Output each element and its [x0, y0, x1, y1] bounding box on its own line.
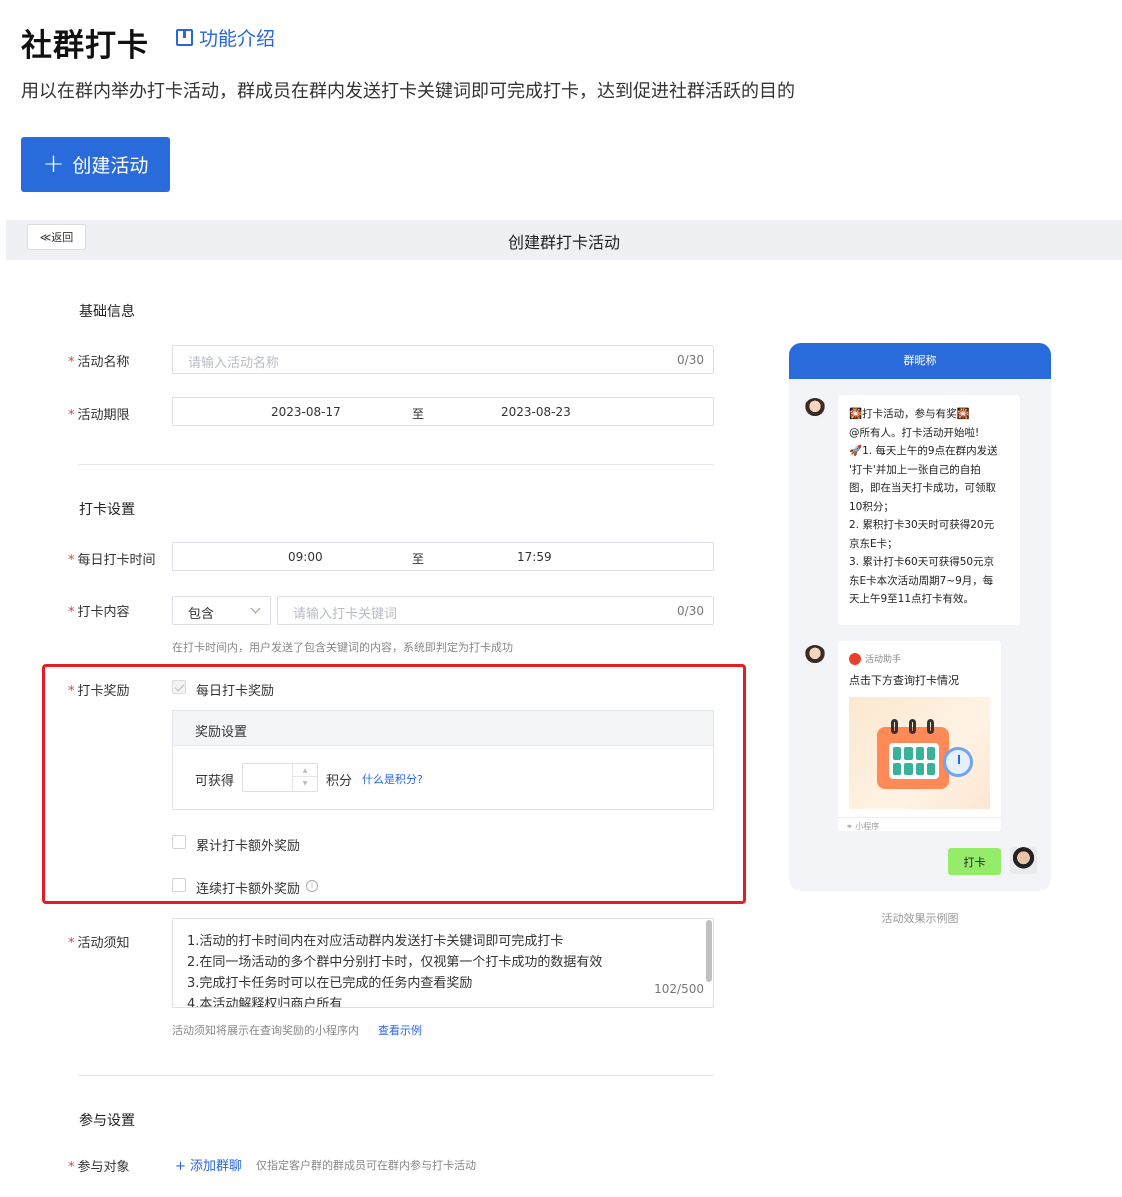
notice-line: 3.完成打卡任务时可以在已完成的任务内查看奖励 [187, 976, 473, 991]
plus-icon: + [42, 148, 65, 179]
card-title: 点击下方查询打卡情况 [849, 674, 959, 687]
view-example-link[interactable]: 查看示例 [378, 1022, 422, 1038]
keyword-placeholder: 请输入打卡关键词 [293, 607, 398, 622]
message-bubble: 🎇打卡活动，参与有奖🎇 @所有人。打卡活动开始啦! 🚀1. 每天上午的9点在群内… [838, 395, 1020, 625]
period-start-date[interactable]: 2023-08-17 [271, 405, 341, 419]
time-separator: 至 [412, 552, 425, 566]
add-group-hint: 仅指定客户群的群成员可在群内参与打卡活动 [256, 1159, 476, 1172]
mini-program-card[interactable]: 活动助手 点击下方查询打卡情况 ⚭ 小程序 [838, 641, 1001, 831]
calendar-icon [877, 719, 949, 789]
group-name-header: 群昵称 [789, 343, 1051, 379]
clock-icon [943, 747, 973, 777]
activity-period-range[interactable]: 2023-08-17 至 2023-08-23 [172, 397, 714, 426]
textarea-scrollbar[interactable] [706, 920, 712, 982]
avatar [804, 398, 826, 420]
cumulative-reward-checkbox[interactable] [172, 835, 186, 849]
activity-name-count: 0/30 [677, 353, 704, 367]
avatar [804, 645, 826, 667]
divider [78, 464, 714, 465]
divider [78, 1075, 714, 1076]
activity-period-label: * 活动期限 [68, 408, 130, 423]
content-mode-value: 包含 [188, 607, 215, 622]
cumulative-reward-label: 累计打卡额外奖励 [196, 839, 301, 854]
period-end-date[interactable]: 2023-08-23 [501, 405, 571, 419]
period-separator: 至 [412, 407, 425, 421]
mini-program-footer: ⚭ 小程序 [838, 817, 1001, 835]
feature-intro-link[interactable]: 功能介绍 [176, 24, 275, 51]
link-icon: ⚭ [846, 822, 856, 831]
daily-reward-checkbox[interactable] [172, 680, 186, 694]
stepper-controls[interactable]: ▲ ▼ [292, 764, 317, 791]
page-title: 社群打卡 [21, 28, 149, 64]
activity-name-placeholder: 请输入活动名称 [188, 356, 280, 371]
consecutive-reward-label: 连续打卡额外奖励 [196, 882, 301, 897]
decrement-icon[interactable]: ▼ [293, 777, 317, 790]
points-stepper[interactable]: ▲ ▼ [242, 763, 318, 792]
preview-caption: 活动效果示例图 [881, 912, 959, 925]
daily-time-range[interactable]: 09:00 至 17:59 [172, 542, 714, 571]
notice-content: 1.活动的打卡时间内在对应活动群内发送打卡关键词即可完成打卡 2.在同一场活动的… [187, 931, 603, 1008]
notice-line: 1.活动的打卡时间内在对应活动群内发送打卡关键词即可完成打卡 [187, 934, 564, 949]
reward-label: * 打卡奖励 [68, 684, 130, 699]
notice-count: 102/500 [654, 982, 704, 996]
form-title: 创建群打卡活动 [507, 233, 620, 252]
points-unit: 积分 [326, 774, 353, 789]
notice-line: 2.在同一场活动的多个群中分别打卡时，仅视第一个打卡成功的数据有效 [187, 955, 603, 970]
target-label: * 参与对象 [68, 1160, 130, 1175]
activity-name-label: * 活动名称 [68, 355, 130, 370]
time-start[interactable]: 09:00 [288, 550, 323, 564]
avatar [1010, 847, 1037, 874]
message-text: 🎇打卡活动，参与有奖🎇 @所有人。打卡活动开始啦! 🚀1. 每天上午的9点在群内… [849, 408, 998, 605]
calendar-illustration [849, 697, 990, 809]
what-are-points-link[interactable]: 什么是积分? [362, 771, 423, 787]
checkin-content-label: * 打卡内容 [68, 605, 130, 620]
can-get-label: 可获得 [195, 774, 235, 789]
keyword-input[interactable]: 请输入打卡关键词 0/30 [277, 596, 714, 625]
daily-reward-label: 每日打卡奖励 [196, 684, 275, 699]
add-group-button[interactable]: + 添加群聊 [175, 1155, 242, 1174]
assistant-logo-icon [849, 652, 861, 665]
activity-name-input[interactable]: 请输入活动名称 0/30 [172, 345, 714, 374]
daily-time-label: * 每日打卡时间 [68, 553, 156, 568]
notice-hint: 活动须知将展示在查询奖励的小程序内 [172, 1024, 359, 1037]
page-description: 用以在群内举办打卡活动，群成员在群内发送打卡关键词即可完成打卡，达到促进社群活跃… [21, 81, 795, 102]
reward-settings-panel: 奖励设置 [172, 710, 714, 810]
reward-settings-title: 奖励设置 [195, 725, 248, 740]
notice-line: 4.本活动解释权归商户所有 [187, 997, 343, 1008]
time-end[interactable]: 17:59 [517, 550, 552, 564]
keyword-count: 0/30 [677, 604, 704, 618]
feature-intro-label: 功能介绍 [199, 28, 276, 50]
reward-settings-header: 奖励设置 [173, 711, 713, 746]
section-basic-info: 基础信息 [79, 304, 135, 320]
create-activity-button[interactable]: + 创建活动 [21, 137, 170, 192]
notice-textarea[interactable]: 1.活动的打卡时间内在对应活动群内发送打卡关键词即可完成打卡 2.在同一场活动的… [172, 918, 714, 1008]
notice-label: * 活动须知 [68, 936, 130, 951]
consecutive-reward-checkbox[interactable] [172, 878, 186, 892]
info-icon[interactable]: i [306, 880, 318, 892]
book-icon [176, 29, 193, 46]
chevron-down-icon [250, 603, 261, 614]
assistant-name: 活动助手 [865, 655, 902, 665]
section-participation: 参与设置 [79, 1113, 135, 1129]
increment-icon[interactable]: ▲ [293, 764, 317, 777]
content-hint: 在打卡时间内，用户发送了包含关键词的内容，系统即判定为打卡成功 [172, 641, 513, 654]
content-mode-select[interactable]: 包含 [172, 596, 271, 625]
reply-bubble: 打卡 [948, 848, 1001, 875]
create-activity-label: 创建活动 [72, 155, 149, 177]
section-checkin-settings: 打卡设置 [79, 502, 135, 518]
assistant-brand: 活动助手 [849, 652, 901, 665]
